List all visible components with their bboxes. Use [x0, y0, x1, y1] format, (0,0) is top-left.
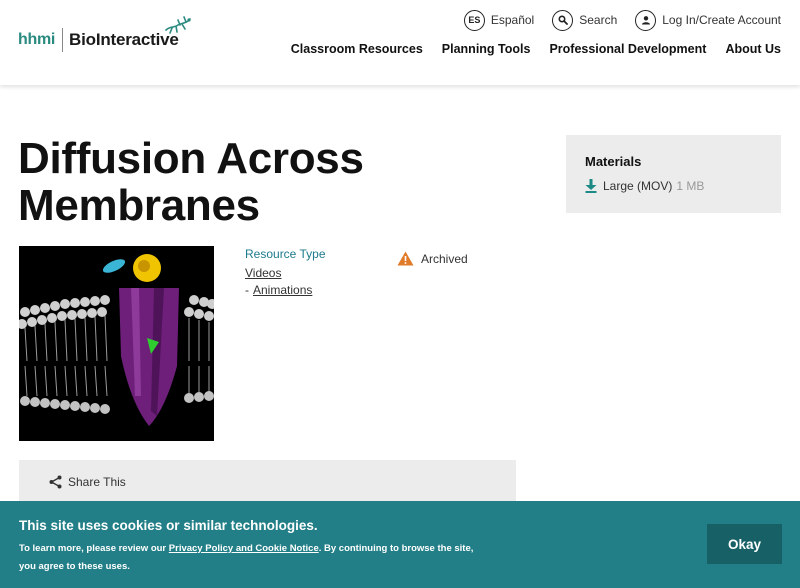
espanol-label: Español	[490, 13, 535, 27]
user-icon	[635, 9, 657, 31]
cookie-banner: This site uses cookies or similar techno…	[0, 501, 800, 588]
archived-label: Archived	[421, 251, 468, 266]
resource-type-animations-link[interactable]: Animations	[253, 283, 312, 297]
download-icon	[585, 179, 597, 193]
cookie-title: This site uses cookies or similar techno…	[19, 518, 318, 533]
warning-icon	[397, 251, 414, 266]
share-label: Share This	[68, 475, 126, 489]
nav-classroom-resources[interactable]: Classroom Resources	[291, 42, 423, 56]
materials-title: Materials	[585, 154, 642, 169]
page-title: Diffusion Across Membranes	[18, 135, 498, 229]
lizard-logo-icon	[165, 16, 191, 34]
membrane-protein-illustration	[19, 246, 214, 441]
logo-divider	[62, 28, 64, 52]
page-title-line1: Diffusion Across	[18, 134, 364, 183]
cookie-text-before: To learn more, please review our	[19, 543, 169, 554]
login-link[interactable]: Log In/Create Account	[635, 9, 781, 31]
material-download-link[interactable]: Large (MOV) 1 MB	[585, 179, 704, 193]
page-title-line2: Membranes	[18, 181, 260, 230]
material-name: Large (MOV)	[603, 179, 673, 193]
login-label: Log In/Create Account	[662, 13, 781, 27]
search-link[interactable]: Search	[552, 9, 618, 31]
search-label: Search	[579, 13, 618, 27]
resource-type-separator: -	[245, 283, 249, 297]
search-icon	[552, 9, 574, 31]
cookie-text: To learn more, please review our Privacy…	[19, 540, 489, 576]
utility-bar: ES Español Search Log In/Create Account	[446, 9, 781, 31]
site-header: hhmi BioInteractive ES Español Search Lo…	[0, 0, 800, 85]
nav-professional-development[interactable]: Professional Development	[549, 42, 706, 56]
materials-panel: Materials Large (MOV) 1 MB	[566, 135, 781, 213]
espanol-link[interactable]: ES Español	[463, 9, 535, 31]
es-language-icon: ES	[463, 9, 485, 31]
resource-type-videos-link[interactable]: Videos	[245, 266, 281, 280]
main-nav: Classroom Resources Planning Tools Profe…	[272, 42, 781, 56]
share-icon	[49, 475, 62, 489]
archived-status: Archived	[397, 251, 468, 266]
site-logo[interactable]: hhmi BioInteractive	[18, 16, 191, 56]
resource-thumbnail[interactable]	[19, 246, 214, 441]
nav-about-us[interactable]: About Us	[725, 42, 781, 56]
share-bar: Share This	[19, 460, 516, 506]
resource-type-label: Resource Type	[245, 247, 326, 261]
logo-biointeractive: BioInteractive	[69, 30, 179, 49]
logo-hhmi: hhmi	[18, 31, 56, 48]
nav-planning-tools[interactable]: Planning Tools	[442, 42, 531, 56]
privacy-policy-link[interactable]: Privacy Policy and Cookie Notice	[169, 543, 319, 554]
share-button[interactable]: Share This	[49, 475, 126, 489]
okay-button[interactable]: Okay	[707, 524, 782, 564]
material-size: 1 MB	[676, 179, 705, 193]
